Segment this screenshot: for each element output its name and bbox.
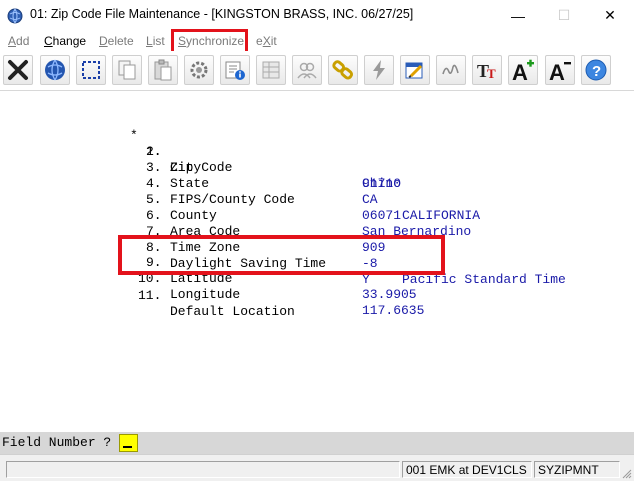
toolbar-close-button[interactable]: [3, 55, 33, 85]
field-value: 33.9905: [362, 287, 417, 302]
menu-bar: Add Change Delete List Synchronize eXit: [0, 31, 634, 51]
field-number: 5.: [146, 192, 162, 207]
toolbar-select-button[interactable]: [76, 55, 106, 85]
status-bar: 001 EMK at DEV1CLS SYZIPMNT: [0, 454, 634, 481]
close-x-icon: [8, 60, 28, 80]
copy-icon: [118, 60, 136, 80]
field-value: 117.6635: [362, 303, 425, 318]
toolbar-copy-button[interactable]: [112, 55, 142, 85]
field-label: Default Location: [170, 304, 295, 319]
field-number: 3.: [146, 160, 162, 175]
font-increase-icon: A: [512, 59, 534, 82]
globe-icon: [45, 59, 65, 81]
field-number: 6.: [146, 208, 162, 223]
menu-list[interactable]: List: [146, 34, 165, 48]
state-name-value: CALIFORNIA: [402, 208, 481, 223]
field-label: County: [170, 208, 217, 223]
font-decrease-icon: A: [549, 60, 571, 82]
toolbar-font-increase-button[interactable]: A: [508, 55, 538, 85]
select-box-icon: [82, 61, 100, 79]
menu-exit[interactable]: eXit: [256, 34, 277, 48]
field-number: 4.: [146, 176, 162, 191]
prompt-bar: Field Number ?: [0, 432, 634, 454]
toolbar-font-button[interactable]: TT: [472, 55, 502, 85]
menu-delete[interactable]: Delete: [99, 34, 134, 48]
field-row-zip-code[interactable]: * 1. Zip Code 91710: [0, 112, 401, 191]
field-row-area-code[interactable]: 6. Area Code 909: [0, 192, 385, 255]
help-icon: ?: [585, 59, 607, 81]
field-label: City: [170, 160, 202, 175]
field-number-input[interactable]: [119, 434, 138, 452]
field-number: 2.: [146, 144, 162, 159]
calendar-edit-icon: [405, 62, 423, 79]
document-info-icon: [225, 61, 245, 80]
toolbar-help-button[interactable]: ?: [581, 55, 611, 85]
lightning-icon: [373, 60, 385, 80]
field-value: 06071: [362, 208, 402, 223]
status-panel-user: 001 EMK at DEV1CLS: [402, 461, 532, 478]
minimize-button[interactable]: —: [495, 0, 541, 31]
window-title: 01: Zip Code File Maintenance - [KINGSTO…: [30, 7, 414, 21]
toolbar-link-button[interactable]: [328, 55, 358, 85]
toolbar-calendar-button[interactable]: [400, 55, 430, 85]
current-field-marker: *: [130, 128, 138, 143]
field-row-default-location[interactable]: 11. Default Location: [0, 272, 295, 319]
font-style-icon: TT: [477, 61, 496, 81]
toolbar-users-button[interactable]: [292, 55, 322, 85]
field-row-city[interactable]: 2. City Chino: [0, 128, 401, 191]
field-row-longitude[interactable]: 10. Longitude 117.6635: [0, 255, 424, 318]
svg-text:T: T: [487, 66, 496, 81]
field-row-state[interactable]: 3. State CA CALIFORNIA: [0, 144, 480, 223]
field-number: 11.: [138, 288, 162, 303]
field-row-time-zone[interactable]: 7. Time Zone -8 Pacific Standard Time: [0, 208, 566, 287]
toolbar-signature-button[interactable]: [436, 55, 466, 85]
paste-icon: [154, 59, 172, 81]
users-icon: [297, 62, 317, 79]
settings-gear-icon: [190, 61, 208, 79]
svg-text:A: A: [549, 60, 565, 82]
svg-text:?: ?: [592, 63, 601, 80]
field-value: Chino: [362, 176, 402, 191]
field-row-county[interactable]: 5. County San Bernardino: [0, 176, 471, 239]
latitude-longitude-highlight-box: [118, 235, 445, 275]
toolbar-paste-button[interactable]: [148, 55, 178, 85]
field-row-fips[interactable]: 4. FIPS/County Code 06071: [0, 160, 401, 223]
field-label: State: [170, 176, 210, 191]
toolbar-grid-button[interactable]: [256, 55, 286, 85]
grid-list-icon: [262, 61, 280, 79]
app-globe-icon: [7, 8, 23, 24]
resize-grip-icon[interactable]: [622, 469, 632, 479]
toolbar-info-button[interactable]: [220, 55, 250, 85]
svg-text:A: A: [512, 60, 528, 82]
toolbar: TT A A ?: [0, 51, 634, 91]
field-value: CA: [362, 192, 378, 207]
signature-icon: [442, 64, 459, 75]
chain-link-icon: [332, 60, 354, 80]
status-panel-message: [6, 461, 400, 478]
maximize-button[interactable]: ☐: [541, 0, 587, 31]
field-label: Longitude: [170, 287, 241, 302]
title-bar: 01: Zip Code File Maintenance - [KINGSTO…: [0, 0, 634, 31]
toolbar-lightning-button[interactable]: [364, 55, 394, 85]
close-window-button[interactable]: ✕: [587, 0, 633, 31]
text-cursor: [123, 446, 132, 448]
status-panel-program: SYZIPMNT: [534, 461, 620, 478]
field-row-latitude[interactable]: 9. Latitude 33.9905: [0, 239, 417, 302]
menu-add[interactable]: Add: [8, 34, 29, 48]
toolbar-globe-button[interactable]: [40, 55, 70, 85]
field-label: FIPS/County Code: [170, 192, 295, 207]
toolbar-settings-button[interactable]: [184, 55, 214, 85]
toolbar-font-decrease-button[interactable]: A: [545, 55, 575, 85]
field-number-prompt: Field Number ?: [2, 435, 112, 450]
menu-change[interactable]: Change: [44, 34, 86, 48]
field-row-daylight-saving[interactable]: 8. Daylight Saving Time Y: [0, 224, 370, 287]
